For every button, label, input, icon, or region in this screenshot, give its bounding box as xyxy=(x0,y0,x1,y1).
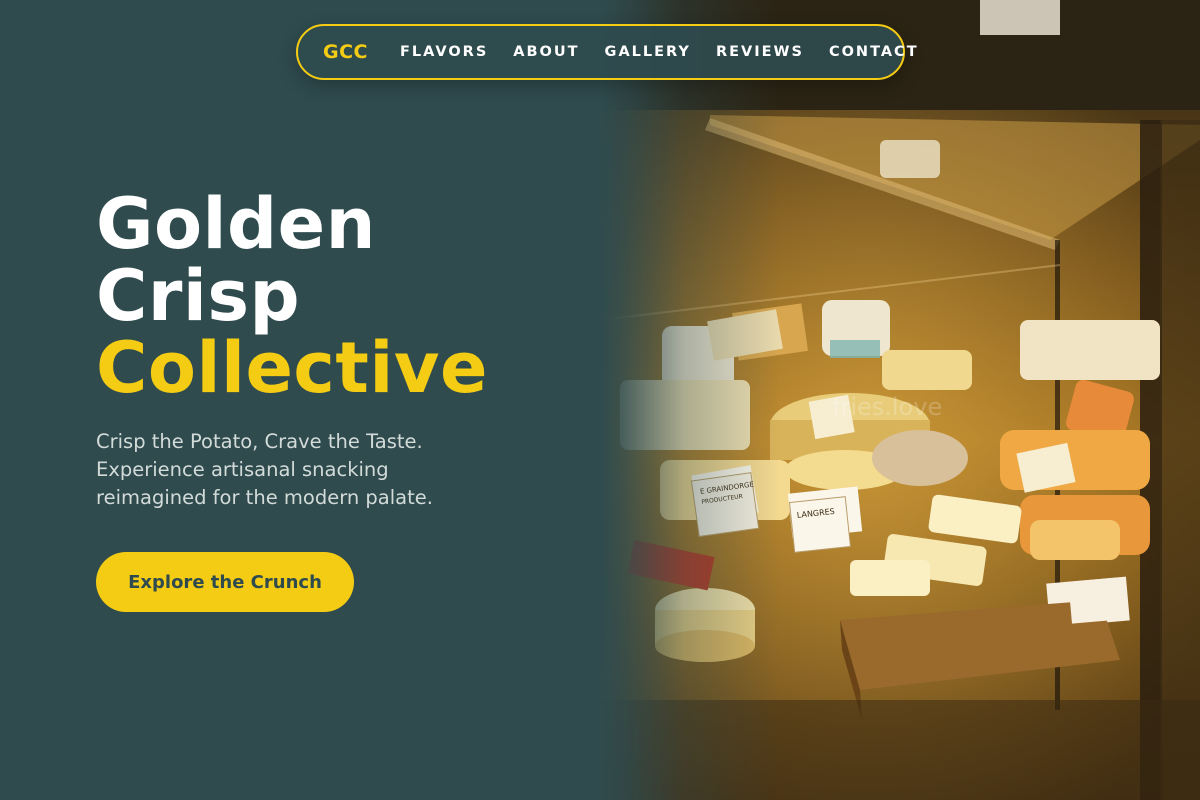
hero-subtitle-line-3: reimagined for the modern palate. xyxy=(96,486,433,509)
nav-link-reviews[interactable]: REVIEWS xyxy=(716,44,804,60)
nav-link-flavors[interactable]: FLAVORS xyxy=(400,44,488,60)
hero-title-accent: Collective xyxy=(96,327,488,409)
hero-title: Golden Crisp Collective xyxy=(96,188,488,404)
landing-page: E GRAINDORGE PRODUCTEUR LANGRES fries.lo… xyxy=(0,0,1200,800)
hero-subtitle-line-2: Experience artisanal snacking xyxy=(96,458,389,481)
nav-link-gallery[interactable]: GALLERY xyxy=(605,44,691,60)
nav-link-contact[interactable]: CONTACT xyxy=(829,44,919,60)
hero-title-line-1: Golden xyxy=(96,183,376,265)
explore-button[interactable]: Explore the Crunch xyxy=(96,552,354,612)
hero-subtitle-line-1: Crisp the Potato, Crave the Taste. xyxy=(96,430,423,453)
hero-subtitle: Crisp the Potato, Crave the Taste. Exper… xyxy=(96,428,476,512)
nav-links: FLAVORS ABOUT GALLERY REVIEWS CONTACT xyxy=(400,44,919,60)
image-fade-overlay xyxy=(600,0,1200,800)
hero-title-line-2: Crisp xyxy=(96,255,301,337)
hero-image: E GRAINDORGE PRODUCTEUR LANGRES fries.lo… xyxy=(600,0,1200,800)
top-navbar: GCC FLAVORS ABOUT GALLERY REVIEWS CONTAC… xyxy=(296,24,917,80)
brand-logo[interactable]: GCC xyxy=(323,41,368,63)
nav-link-about[interactable]: ABOUT xyxy=(513,44,579,60)
